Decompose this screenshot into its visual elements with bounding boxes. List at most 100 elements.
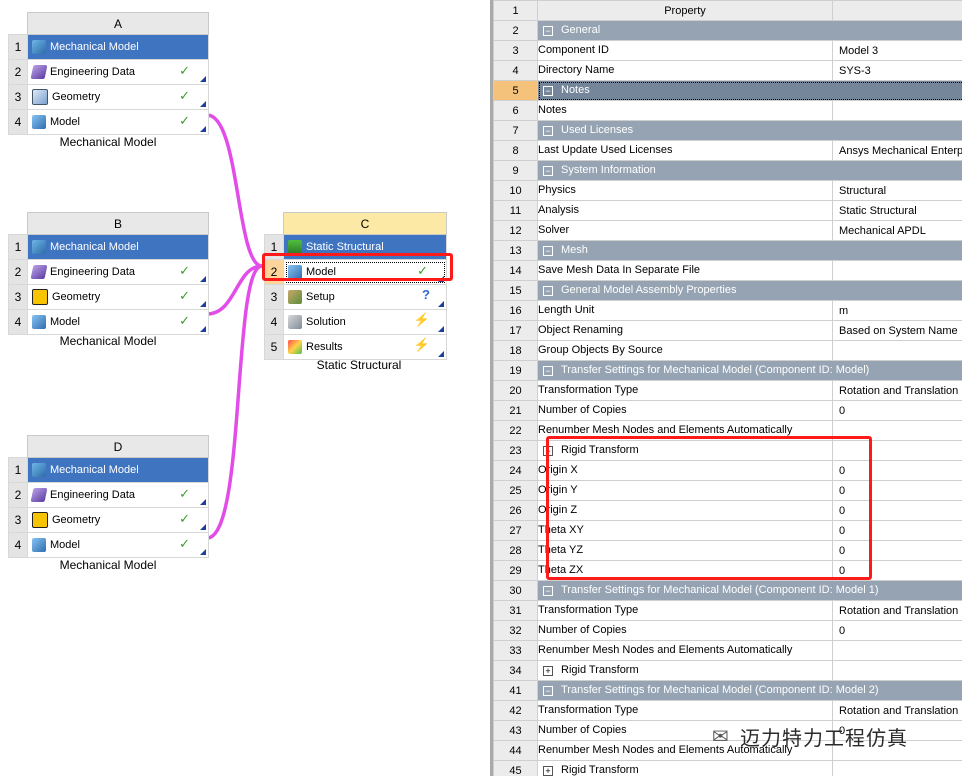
property-row[interactable]: 31 Transformation Type Rotation and Transl… xyxy=(493,600,962,621)
property-value-cell[interactable]: Static Structural xyxy=(832,200,962,221)
property-value-cell[interactable] xyxy=(832,100,962,121)
property-value-cell[interactable] xyxy=(832,660,962,681)
system-block-d[interactable]: D 1 Mechanical Model 2 Engineering Data ✓… xyxy=(8,435,209,558)
property-row[interactable]: 17 Object Renaming Based on System Name xyxy=(493,320,962,341)
property-name-cell[interactable]: Transformation Type xyxy=(537,380,833,401)
block-caption-d[interactable]: Mechanical Model xyxy=(28,558,188,572)
cell-model[interactable]: Model ✓ xyxy=(27,309,209,335)
property-group-row[interactable]: 30− Transfer Settings for Mechanical Mode… xyxy=(493,580,962,601)
property-value-cell[interactable] xyxy=(832,340,962,361)
property-value-cell[interactable]: Structural xyxy=(832,180,962,201)
system-block-c[interactable]: C 1 Static Structural 2 Model ✓ 3 Setup? … xyxy=(264,212,447,360)
property-name-cell[interactable]: Analysis xyxy=(537,200,833,221)
cell-setup[interactable]: Setup? xyxy=(283,284,447,310)
property-value-cell[interactable]: 0 xyxy=(832,400,962,421)
property-row[interactable]: 33 Renumber Mesh Nodes and Elements Autom… xyxy=(493,640,962,661)
property-row[interactable]: 11 Analysis Static Structural xyxy=(493,200,962,221)
property-group-row[interactable]: 9− System Information xyxy=(493,160,962,181)
cell-mechanical-model[interactable]: Mechanical Model xyxy=(27,34,209,60)
property-name-cell[interactable]: Physics xyxy=(537,180,833,201)
property-value-cell[interactable] xyxy=(832,260,962,281)
property-name-cell[interactable]: Component ID xyxy=(537,40,833,61)
collapse-icon[interactable]: − xyxy=(543,245,553,256)
property-name-cell[interactable]: − Transfer Settings for Mechanical Model … xyxy=(537,680,962,701)
property-name-cell[interactable]: − Used Licenses xyxy=(537,120,962,141)
property-value-cell[interactable] xyxy=(832,760,962,776)
collapse-icon[interactable]: − xyxy=(543,285,553,296)
property-name-cell[interactable]: Notes xyxy=(537,100,833,121)
property-name-cell[interactable]: Solver xyxy=(537,220,833,241)
expand-icon[interactable]: + xyxy=(543,665,553,676)
property-group-row[interactable]: 7− Used Licenses xyxy=(493,120,962,141)
property-name-cell[interactable]: Renumber Mesh Nodes and Elements Automat… xyxy=(537,640,833,661)
cell-model[interactable]: Model ✓ xyxy=(27,109,209,135)
property-name-cell[interactable]: + Rigid Transform xyxy=(537,660,833,681)
block-caption-b[interactable]: Mechanical Model xyxy=(28,334,188,348)
cell-geometry[interactable]: Geometry ✓ xyxy=(27,84,209,110)
property-row[interactable]: 14 Save Mesh Data In Separate File xyxy=(493,260,962,281)
property-name-cell[interactable]: Save Mesh Data In Separate File xyxy=(537,260,833,281)
system-block-b[interactable]: B 1 Mechanical Model 2 Engineering Data ✓… xyxy=(8,212,209,335)
cell-solution[interactable]: Solution ⚡ xyxy=(283,309,447,335)
property-row[interactable]: 12 Solver Mechanical APDL xyxy=(493,220,962,241)
property-row[interactable]: 10 Physics Structural xyxy=(493,180,962,201)
block-caption-a[interactable]: Mechanical Model xyxy=(28,135,188,149)
property-row[interactable]: 32 Number of Copies 0 xyxy=(493,620,962,641)
property-row[interactable]: 18 Group Objects By Source xyxy=(493,340,962,361)
expand-icon[interactable]: + xyxy=(543,765,553,776)
property-name-cell[interactable]: + Rigid Transform xyxy=(537,760,833,776)
property-value-cell[interactable]: m xyxy=(832,300,962,321)
property-row[interactable]: 20 Transformation Type Rotation and Transl… xyxy=(493,380,962,401)
property-value-cell[interactable] xyxy=(832,640,962,661)
block-header[interactable]: B xyxy=(27,212,209,235)
property-row[interactable]: 4 Directory Name SYS-3 xyxy=(493,60,962,81)
cell-geometry[interactable]: Geometry ✓ xyxy=(27,507,209,533)
property-group-row[interactable]: 15− General Model Assembly Properties xyxy=(493,280,962,301)
block-header[interactable]: C xyxy=(283,212,447,235)
collapse-icon[interactable]: − xyxy=(543,25,553,36)
property-name-cell[interactable]: − System Information xyxy=(537,160,962,181)
property-value-cell[interactable]: Rotation and Translation xyxy=(832,700,962,721)
cell-results[interactable]: Results ⚡ xyxy=(283,334,447,360)
collapse-icon[interactable]: − xyxy=(543,85,553,96)
property-name-cell[interactable]: − General Model Assembly Properties xyxy=(537,280,962,301)
property-value-cell[interactable]: Based on System Name xyxy=(832,320,962,341)
property-name-cell[interactable]: − Mesh xyxy=(537,240,962,261)
property-value-cell[interactable]: Mechanical APDL xyxy=(832,220,962,241)
cell-engineering-data[interactable]: Engineering Data ✓ xyxy=(27,259,209,285)
property-row[interactable]: 3 Component ID Model 3 xyxy=(493,40,962,61)
property-name-cell[interactable]: Last Update Used Licenses xyxy=(537,140,833,161)
property-name-cell[interactable]: − Notes xyxy=(537,80,962,101)
property-row[interactable]: 16 Length Unit m xyxy=(493,300,962,321)
property-group-row[interactable]: 5− Notes xyxy=(493,80,962,101)
property-name-cell[interactable]: − Transfer Settings for Mechanical Model … xyxy=(537,360,962,381)
properties-panel[interactable]: 1 Property 2− General 3 Component ID Model 3… xyxy=(490,0,962,776)
property-row[interactable]: 8 Last Update Used Licenses Ansys Mechanic… xyxy=(493,140,962,161)
property-row[interactable]: 21 Number of Copies 0 xyxy=(493,400,962,421)
property-value-cell[interactable]: 0 xyxy=(832,620,962,641)
cell-engineering-data[interactable]: Engineering Data ✓ xyxy=(27,59,209,85)
property-name-cell[interactable]: Group Objects By Source xyxy=(537,340,833,361)
property-name-cell[interactable]: Length Unit xyxy=(537,300,833,321)
property-row[interactable]: 34 + Rigid Transform xyxy=(493,660,962,681)
cell-engineering-data[interactable]: Engineering Data ✓ xyxy=(27,482,209,508)
block-header[interactable]: D xyxy=(27,435,209,458)
property-name-cell[interactable]: Transformation Type xyxy=(537,600,833,621)
property-group-row[interactable]: 2− General xyxy=(493,20,962,41)
property-group-row[interactable]: 19− Transfer Settings for Mechanical Mode… xyxy=(493,360,962,381)
property-group-row[interactable]: 41− Transfer Settings for Mechanical Mode… xyxy=(493,680,962,701)
cell-mechanical-model[interactable]: Mechanical Model xyxy=(27,234,209,260)
block-caption-c[interactable]: Static Structural xyxy=(284,358,434,372)
cell-model[interactable]: Model ✓ xyxy=(27,532,209,558)
property-value-cell[interactable]: Rotation and Translation xyxy=(832,380,962,401)
collapse-icon[interactable]: − xyxy=(543,365,553,376)
property-value-cell[interactable]: Ansys Mechanical Enterpr xyxy=(832,140,962,161)
property-row[interactable]: 45 + Rigid Transform xyxy=(493,760,962,776)
collapse-icon[interactable]: − xyxy=(543,585,553,596)
property-column-header[interactable]: Property xyxy=(537,0,833,21)
property-value-cell[interactable]: Rotation and Translation xyxy=(832,600,962,621)
cell-geometry[interactable]: Geometry ✓ xyxy=(27,284,209,310)
collapse-icon[interactable]: − xyxy=(543,685,553,696)
property-name-cell[interactable]: Number of Copies xyxy=(537,400,833,421)
property-name-cell[interactable]: Directory Name xyxy=(537,60,833,81)
